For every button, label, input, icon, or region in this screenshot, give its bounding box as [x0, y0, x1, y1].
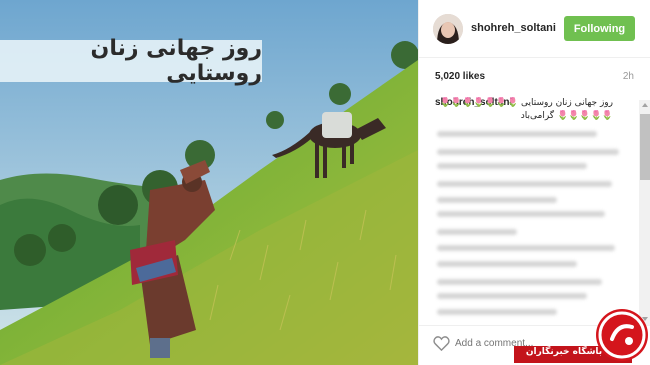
photo-caption-box: روز جهانی زنان روستایی — [0, 36, 262, 86]
blurred-comment-line — [437, 211, 605, 217]
blurred-comment-line — [437, 149, 619, 155]
post-time: 2h — [622, 71, 634, 82]
photo-caption: روز جهانی زنان روستایی — [90, 36, 262, 86]
heart-icon[interactable] — [433, 335, 450, 351]
watermark-logo-icon — [596, 309, 648, 361]
blurred-comment-line — [437, 245, 615, 251]
blurred-comment-line — [437, 261, 577, 267]
comments-list[interactable]: shohreh_soltani روز جهانی زنان روستایی 🌷… — [419, 93, 650, 323]
comments-scrollbar[interactable] — [639, 100, 650, 325]
blurred-comment-line — [437, 163, 587, 169]
blurred-comment-line — [437, 131, 597, 137]
blurred-comment-line — [437, 293, 587, 299]
blurred-comment-line — [437, 279, 602, 285]
caption-comment-text: روز جهانی زنان روستایی 🌷🌷🌷🌷🌷🌷🌷🌷🌷🌷🌷🌷 گرام… — [439, 98, 613, 121]
following-button[interactable]: Following — [564, 16, 635, 41]
scroll-up-arrow-icon[interactable] — [642, 103, 648, 107]
likes-count[interactable]: 5,020 likes — [435, 71, 485, 82]
news-watermark: باشگاه خبرنگاران — [510, 306, 650, 365]
avatar-image — [433, 14, 463, 44]
avatar[interactable] — [433, 14, 463, 44]
blurred-comment-line — [437, 181, 612, 187]
blurred-comment-line — [437, 229, 517, 235]
post-header: shohreh_soltani Following — [419, 0, 650, 58]
watermark-logo-mark — [598, 311, 646, 359]
blurred-comment-line — [437, 197, 557, 203]
post-username[interactable]: shohreh_soltani — [471, 22, 556, 34]
scrollbar-thumb[interactable] — [640, 114, 650, 180]
post-photo[interactable]: روز جهانی زنان روستایی — [0, 0, 418, 365]
